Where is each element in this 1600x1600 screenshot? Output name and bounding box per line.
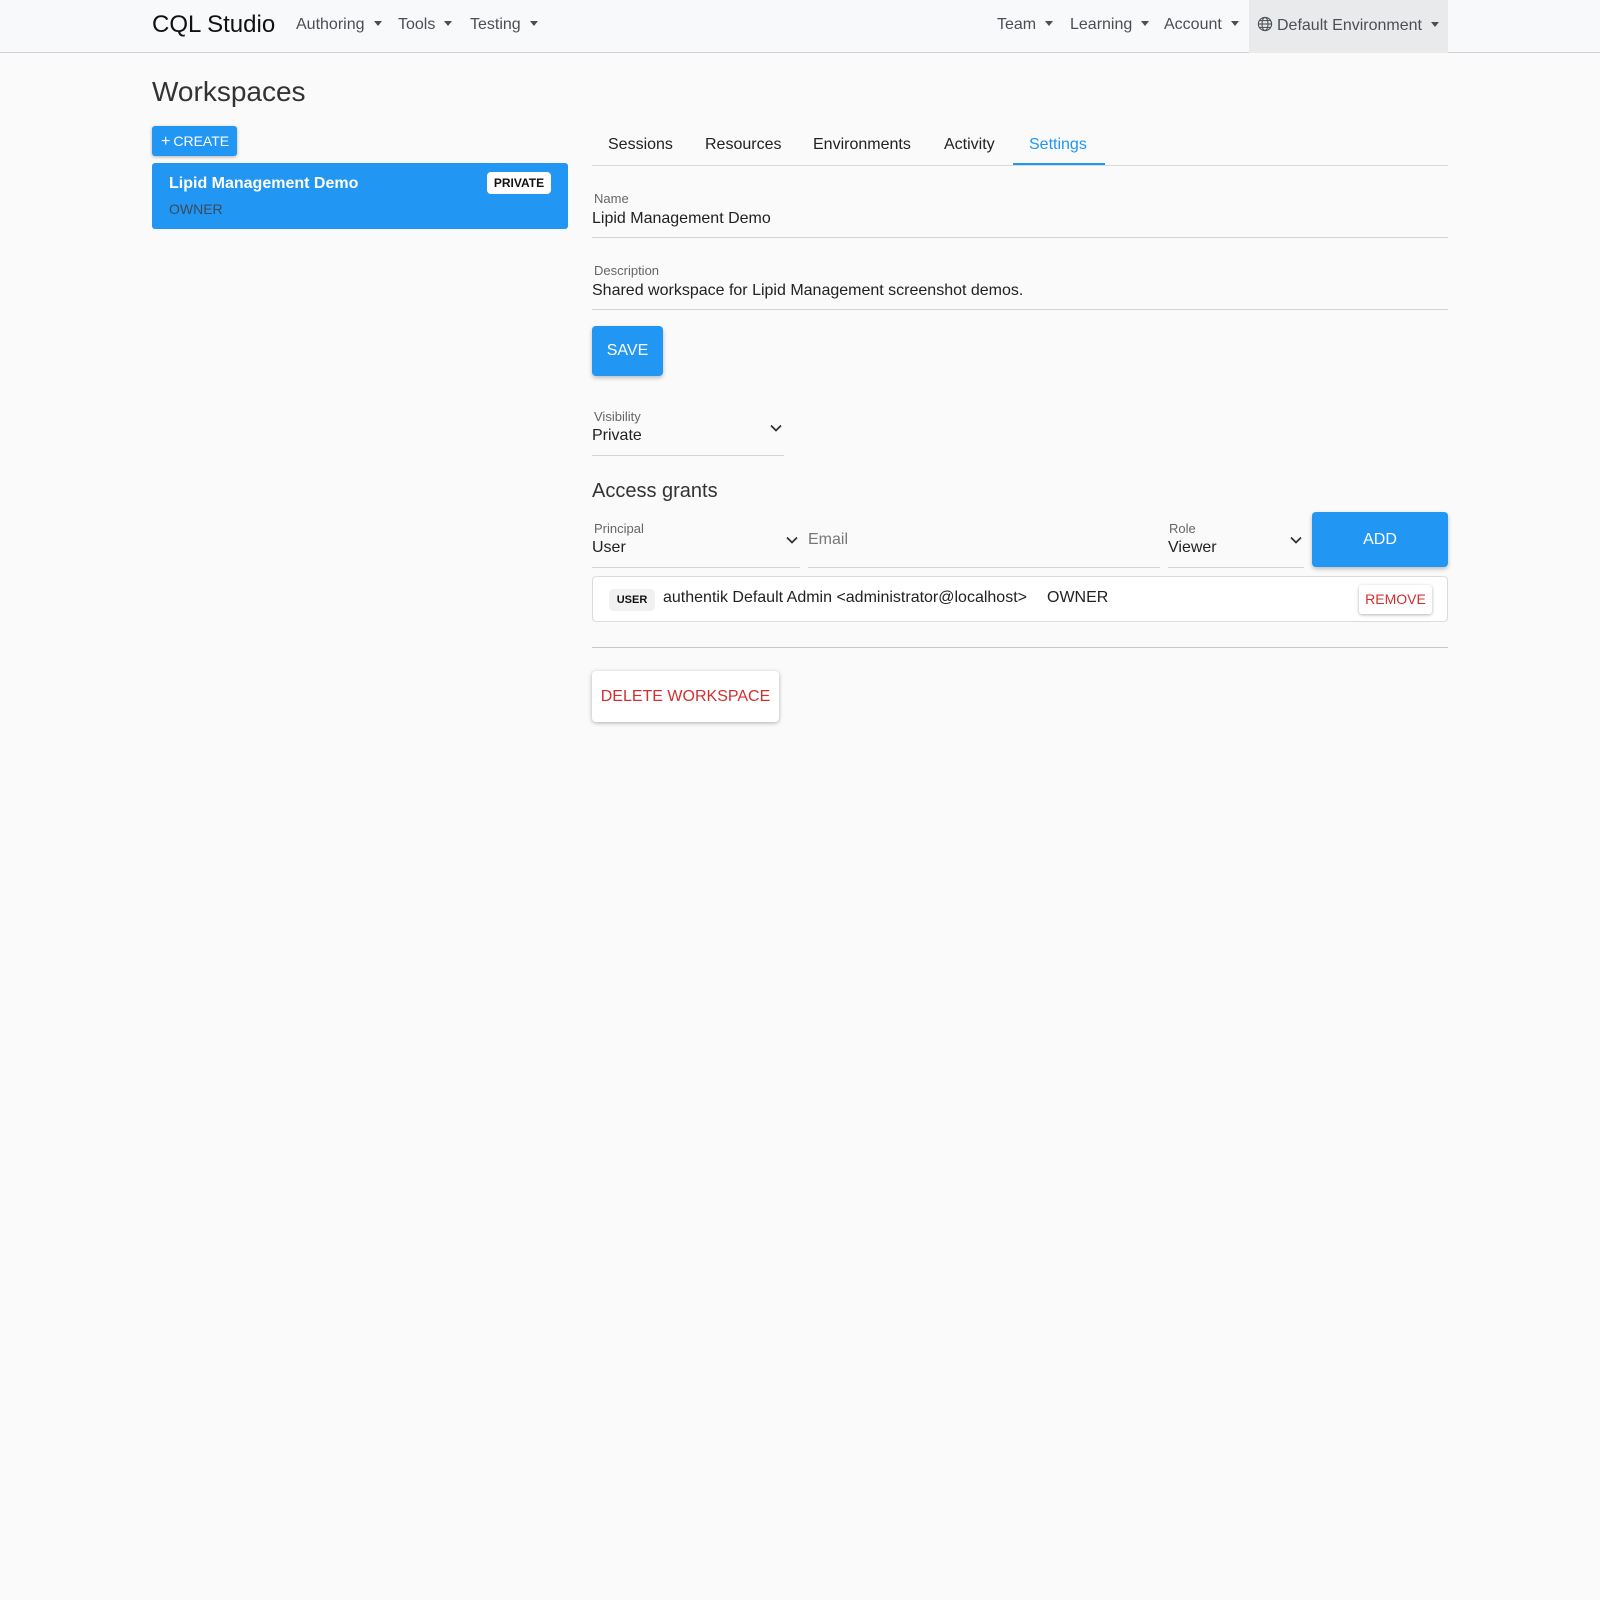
name-label: Name bbox=[594, 191, 629, 206]
principal-value: User bbox=[592, 539, 626, 556]
role-value: Viewer bbox=[1168, 539, 1217, 556]
caret-down-icon bbox=[1141, 21, 1150, 26]
email-underline bbox=[808, 567, 1160, 568]
create-label: CREATE bbox=[173, 133, 230, 149]
save-button[interactable]: SAVE bbox=[592, 326, 663, 376]
nav-menu-learning[interactable]: Learning bbox=[1070, 16, 1150, 34]
name-field[interactable]: Lipid Management Demo bbox=[592, 210, 771, 228]
grant-role: OWNER bbox=[1047, 589, 1109, 606]
access-grants-heading: Access grants bbox=[592, 480, 718, 502]
description-label: Description bbox=[594, 263, 660, 278]
page-title: Workspaces bbox=[152, 76, 306, 107]
top-navbar: CQL Studio Authoring Tools Testing Team … bbox=[0, 0, 1600, 53]
grant-user: authentik Default Admin <administrator@l… bbox=[663, 589, 1027, 606]
tab-activity[interactable]: Activity bbox=[944, 136, 995, 154]
globe-icon bbox=[1257, 16, 1273, 32]
workspace-name: Lipid Management Demo bbox=[169, 175, 359, 192]
caret-down-icon bbox=[1430, 22, 1439, 27]
principal-type-badge: USER bbox=[609, 589, 655, 611]
caret-down-icon bbox=[444, 21, 453, 26]
caret-down-icon bbox=[529, 21, 538, 26]
caret-down-icon bbox=[1230, 21, 1239, 26]
chevron-down-icon bbox=[1290, 536, 1302, 544]
nav-menu-label: Authoring bbox=[296, 16, 365, 33]
principal-underline bbox=[592, 567, 800, 568]
environment-selector[interactable]: Default Environment bbox=[1249, 0, 1448, 53]
add-grant-button[interactable]: ADD bbox=[1312, 512, 1448, 567]
nav-menu-label: Learning bbox=[1070, 16, 1133, 33]
delete-workspace-button[interactable]: DELETE WORKSPACE bbox=[592, 671, 779, 722]
environment-menu[interactable]: Default Environment bbox=[1257, 16, 1439, 35]
nav-menu-label: Team bbox=[997, 16, 1037, 33]
principal-label: Principal bbox=[594, 521, 644, 536]
workspace-role: OWNER bbox=[169, 201, 223, 217]
nav-menu-testing[interactable]: Testing bbox=[470, 16, 538, 34]
description-field[interactable]: Shared workspace for Lipid Management sc… bbox=[592, 282, 1023, 300]
plus-icon: + bbox=[161, 133, 171, 150]
nav-menu-authoring[interactable]: Authoring bbox=[296, 16, 382, 34]
visibility-underline bbox=[592, 455, 784, 456]
caret-down-icon bbox=[373, 21, 382, 26]
section-divider bbox=[592, 647, 1448, 648]
visibility-value: Private bbox=[592, 427, 642, 444]
nav-menu-label: Testing bbox=[470, 16, 521, 33]
tab-sessions[interactable]: Sessions bbox=[608, 136, 673, 154]
workspace-list-item[interactable]: Lipid Management Demo OWNER PRIVATE bbox=[152, 163, 568, 229]
nav-menu-label: Account bbox=[1164, 16, 1222, 33]
visibility-badge: PRIVATE bbox=[487, 172, 551, 194]
caret-down-icon bbox=[1045, 21, 1054, 26]
tab-resources[interactable]: Resources bbox=[705, 136, 781, 154]
brand-logo[interactable]: CQL Studio bbox=[152, 11, 275, 39]
active-tab-indicator bbox=[1013, 163, 1105, 165]
visibility-label: Visibility bbox=[594, 409, 641, 424]
environment-label: Default Environment bbox=[1277, 17, 1422, 34]
grant-row: USER authentik Default Admin <administra… bbox=[592, 576, 1448, 622]
email-placeholder: Email bbox=[808, 531, 849, 548]
role-underline bbox=[1168, 567, 1304, 568]
workspace-tabs: Sessions Resources Environments Activity… bbox=[592, 126, 1448, 166]
remove-grant-button[interactable]: REMOVE bbox=[1359, 585, 1432, 614]
nav-menu-label: Tools bbox=[398, 16, 436, 33]
create-workspace-button[interactable]: + CREATE bbox=[152, 126, 237, 156]
description-field-underline bbox=[592, 309, 1448, 310]
role-label: Role bbox=[1169, 521, 1196, 536]
nav-menu-team[interactable]: Team bbox=[997, 16, 1054, 34]
chevron-down-icon bbox=[786, 536, 798, 544]
nav-menu-tools[interactable]: Tools bbox=[398, 16, 453, 34]
name-field-underline bbox=[592, 237, 1448, 238]
chevron-down-icon bbox=[770, 424, 782, 432]
tab-settings[interactable]: Settings bbox=[1029, 136, 1087, 154]
tab-environments[interactable]: Environments bbox=[813, 136, 911, 154]
nav-menu-account[interactable]: Account bbox=[1164, 16, 1239, 34]
